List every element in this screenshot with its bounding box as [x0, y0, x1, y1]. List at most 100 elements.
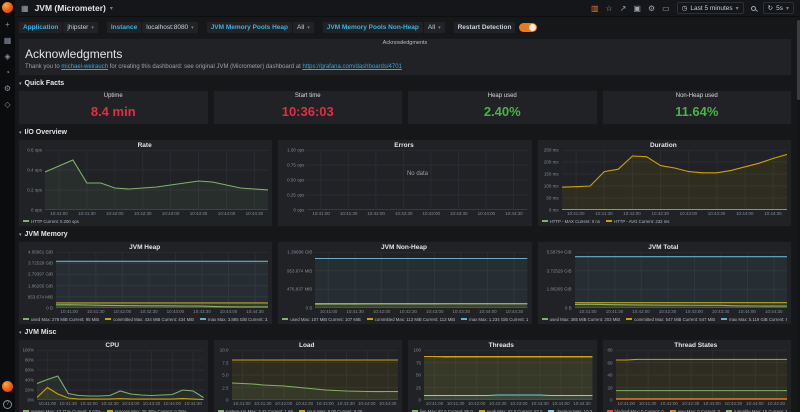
- save-icon[interactable]: ▣: [633, 4, 641, 13]
- dashboard-link[interactable]: https://grafana.com/dashboards/4701: [302, 64, 401, 70]
- legend-item[interactable]: peak Max: 87.0 Current: 87.0: [479, 409, 543, 412]
- panel-title[interactable]: JVM Total: [540, 243, 787, 252]
- legend-item[interactable]: max Max: 5.119 GiB Current: 5.119 GiB: [721, 317, 787, 322]
- legend-item[interactable]: system Max: 47.71% Current: 5.07%: [23, 409, 101, 412]
- x-axis-tick: 10:41:00: [50, 211, 68, 216]
- legend: system-1m Max: 3.43 Current: 1.68 cpus Ma…: [216, 407, 399, 412]
- legend: live Max: 87.0 Current: 86.0 peak Max: 87…: [410, 407, 593, 412]
- row-header-quick-facts[interactable]: ▾ Quick Facts: [19, 79, 792, 88]
- help-icon[interactable]: ?: [3, 400, 12, 409]
- panel-jvm-total: JVM Total0 B1.86265 GiB3.72529 GiB5.5879…: [537, 241, 792, 325]
- restart-detection-toggle[interactable]: [519, 23, 537, 32]
- time-range-picker[interactable]: ◷ Last 5 minutes ▾: [677, 2, 744, 14]
- panel-title[interactable]: Rate: [21, 141, 268, 150]
- legend-item[interactable]: daemon Max: 10.0 Current: 9.0: [548, 409, 592, 412]
- cycle-view-icon[interactable]: ▭: [662, 4, 670, 13]
- variable-value-dropdown[interactable]: All▾: [424, 22, 445, 33]
- explore-compass-icon[interactable]: ◈: [4, 53, 10, 61]
- legend-item[interactable]: used Max: 107 MiB Current: 107 MiB: [282, 317, 360, 322]
- panel-cpu: CPU0%20%40%60%80%100%10:41:0010:41:3010:…: [18, 339, 209, 412]
- share-icon[interactable]: ↗: [620, 4, 627, 13]
- x-axis-tick: 10:42:00: [623, 211, 641, 216]
- variable-value-dropdown[interactable]: All▾: [293, 22, 314, 33]
- legend-item[interactable]: used Max: 385 MiB Current: 203 MiB: [542, 317, 620, 322]
- panel-title[interactable]: Errors: [280, 141, 527, 150]
- legend-item[interactable]: HTTP - AVG Current: 232 ms: [606, 219, 669, 224]
- star-icon[interactable]: ☆: [606, 4, 613, 13]
- legend: [280, 217, 527, 225]
- dashboard-title[interactable]: JVM (Micrometer): [35, 3, 106, 13]
- x-axis-tick: 10:42:00: [632, 309, 650, 314]
- zoom-out-icon[interactable]: [751, 6, 756, 11]
- row-header-jvm-memory[interactable]: ▾ JVM Memory: [19, 230, 792, 239]
- legend-item[interactable]: new Max: 0 Current: 0: [670, 409, 720, 412]
- legend-item[interactable]: max Max: 3.885 GiB Current: 3.885 GiB: [200, 317, 268, 322]
- x-axis-tick: 10:44:30: [573, 401, 591, 406]
- time-range-caret-icon: ▾: [736, 5, 739, 12]
- user-avatar[interactable]: [2, 381, 13, 392]
- legend-item[interactable]: HTTP Current: 0.200 ops: [23, 219, 79, 224]
- variable-label: Application: [19, 22, 62, 33]
- legend-item[interactable]: committed Max: 113 MiB Current: 113 MiB: [367, 317, 455, 322]
- x-axis-tick: 10:42:30: [682, 401, 700, 406]
- legend-item[interactable]: cpus Max: 8.00 Current: 8.00: [299, 409, 362, 412]
- panel-title[interactable]: Threads: [410, 341, 593, 350]
- create-plus-icon[interactable]: +: [5, 21, 10, 29]
- panel-title[interactable]: Acknowledgments: [19, 40, 791, 46]
- x-axis-tick: 10:44:00: [552, 401, 570, 406]
- panel-title[interactable]: Load: [216, 341, 399, 350]
- alerting-bell-icon[interactable]: ◔: [5, 69, 10, 77]
- legend-item[interactable]: committed Max: 434 MiB Current: 434 MiB: [105, 317, 194, 322]
- settings-gear-icon[interactable]: ⚙: [648, 4, 655, 13]
- row-header-io-overview[interactable]: ▾ I/O Overview: [19, 128, 792, 137]
- dashboards-icon[interactable]: ▦: [4, 37, 12, 45]
- y-axis-tick: 0: [226, 398, 229, 403]
- row-header-jvm-misc[interactable]: ▾ JVM Misc: [19, 328, 792, 337]
- server-admin-icon[interactable]: ◇: [4, 101, 10, 109]
- jvm-memory-row: JVM Heap0 B953.674 MiB1.86265 GiB2.79397…: [18, 241, 792, 325]
- stat-title: Non-Heap used: [603, 93, 792, 99]
- panel-title[interactable]: Thread States: [605, 341, 788, 350]
- panel-title[interactable]: CPU: [21, 341, 204, 350]
- panel-threads: Threads025507510010:41:0010:41:3010:42:0…: [407, 339, 598, 412]
- chevron-down-icon: ▾: [19, 330, 22, 336]
- grafana-logo-icon[interactable]: [2, 2, 13, 13]
- legend-item[interactable]: HTTP - MAX Current: 0 ns: [542, 219, 600, 224]
- io-overview-row: Rate0 ops0.2 ops0.4 ops0.6 ops10:41:0010…: [18, 139, 792, 227]
- y-axis-tick: 0 ops: [31, 208, 42, 213]
- legend-item[interactable]: blocked Max: 0 Current: 0: [607, 409, 664, 412]
- panel-duration: Duration0 ms50 ms100 ms150 ms200 ms250 m…: [537, 139, 792, 227]
- legend-item[interactable]: runnable Max: 15 Current: 15: [726, 409, 787, 412]
- x-axis-tick: 10:43:00: [685, 309, 703, 314]
- legend-item[interactable]: used Max: 278 MiB Current: 95 MiB: [23, 317, 99, 322]
- legend-item[interactable]: process Max: 25.38% Current: 0.78%: [107, 409, 186, 412]
- configuration-gear-icon[interactable]: ⚙: [4, 85, 11, 93]
- panel-title[interactable]: JVM Heap: [21, 243, 268, 252]
- legend: system Max: 47.71% Current: 5.07% process…: [21, 407, 204, 412]
- panel-title[interactable]: JVM Non-Heap: [280, 243, 527, 252]
- author-link[interactable]: michael-weirauch: [61, 64, 108, 70]
- stat-panel-non-heap-used: Non-Heap used 11.64%: [602, 90, 793, 125]
- variable-value-dropdown[interactable]: jhipster▾: [63, 22, 97, 33]
- legend-color-icon: [23, 318, 29, 320]
- x-axis-tick: 10:43:30: [708, 211, 726, 216]
- x-axis-tick: 10:42:30: [651, 211, 669, 216]
- y-axis-tick: 2.79397 GiB: [28, 272, 53, 277]
- dashboard-title-caret-icon[interactable]: ▾: [110, 5, 113, 12]
- series-daemon: [424, 395, 593, 396]
- navbar-actions: ▥ ☆ ↗ ▣ ⚙ ▭ ◷ Last 5 minutes ▾ ↻ 5s ▾: [591, 2, 794, 14]
- legend-item[interactable]: committed Max: 547 MiB Current: 547 MiB: [626, 317, 715, 322]
- y-axis-tick: 0.2 ops: [27, 188, 42, 193]
- panel-title[interactable]: Duration: [540, 141, 787, 150]
- y-axis-tick: 50 ms: [546, 196, 558, 201]
- legend-item[interactable]: system-1m Max: 3.43 Current: 1.68: [218, 409, 293, 412]
- x-axis-tick: 10:44:30: [764, 211, 782, 216]
- legend-item[interactable]: live Max: 87.0 Current: 86.0: [412, 409, 473, 412]
- add-panel-icon[interactable]: ▥: [591, 4, 599, 13]
- x-axis-tick: 10:43:30: [453, 309, 471, 314]
- refresh-picker[interactable]: ↻ 5s ▾: [763, 2, 794, 14]
- chevron-down-icon: ▾: [19, 81, 22, 87]
- variable-value-dropdown[interactable]: localhost:8080▾: [142, 22, 197, 33]
- y-axis-tick: 40%: [25, 378, 34, 383]
- legend-item[interactable]: max Max: 1.234 GiB Current: 1.234 GiB: [461, 317, 528, 322]
